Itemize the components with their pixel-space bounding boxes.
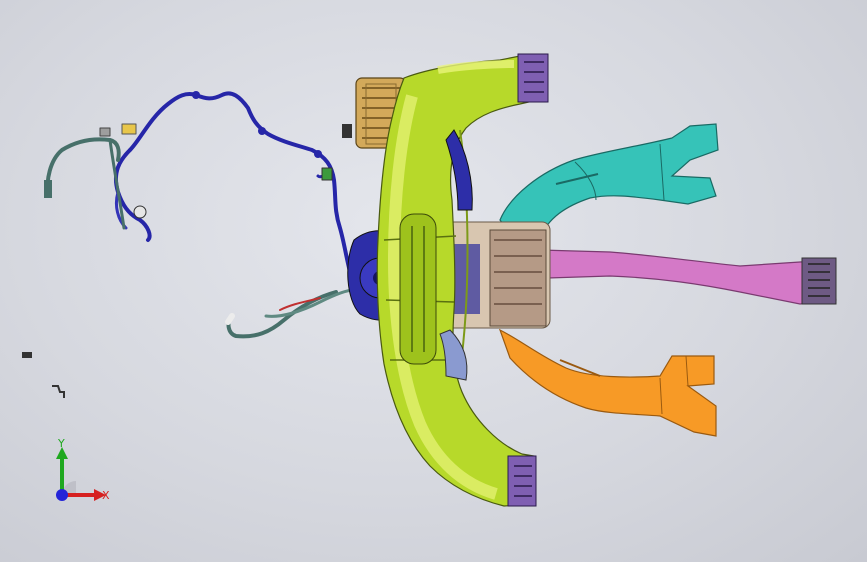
connector-black[interactable] (342, 124, 352, 138)
loose-clip[interactable] (22, 352, 32, 358)
graphics-viewport[interactable]: Y X (0, 0, 867, 562)
center-vent-opening[interactable] (399, 213, 437, 365)
wire-harness[interactable] (99, 91, 352, 274)
pink-duct-outlet-grille[interactable] (801, 257, 837, 305)
axis-triad: Y X (56, 437, 110, 502)
upper-vent-outlet[interactable] (517, 53, 549, 103)
loose-pin[interactable] (52, 385, 65, 398)
connector-yellow[interactable] (121, 123, 137, 135)
cad-model-assembly[interactable] (0, 0, 867, 562)
connector-round[interactable] (133, 205, 147, 219)
z-axis-dot (56, 489, 68, 501)
pink-vent-duct[interactable] (539, 249, 837, 305)
connector-green[interactable] (321, 167, 333, 181)
connector-gray[interactable] (99, 127, 111, 137)
x-axis-label: X (102, 489, 110, 502)
y-axis-label: Y (57, 437, 65, 450)
orange-vent-duct[interactable] (498, 328, 717, 437)
lower-vent-outlet[interactable] (507, 455, 537, 507)
hose-end-clip[interactable] (44, 180, 52, 198)
coolant-hose[interactable] (44, 137, 356, 339)
